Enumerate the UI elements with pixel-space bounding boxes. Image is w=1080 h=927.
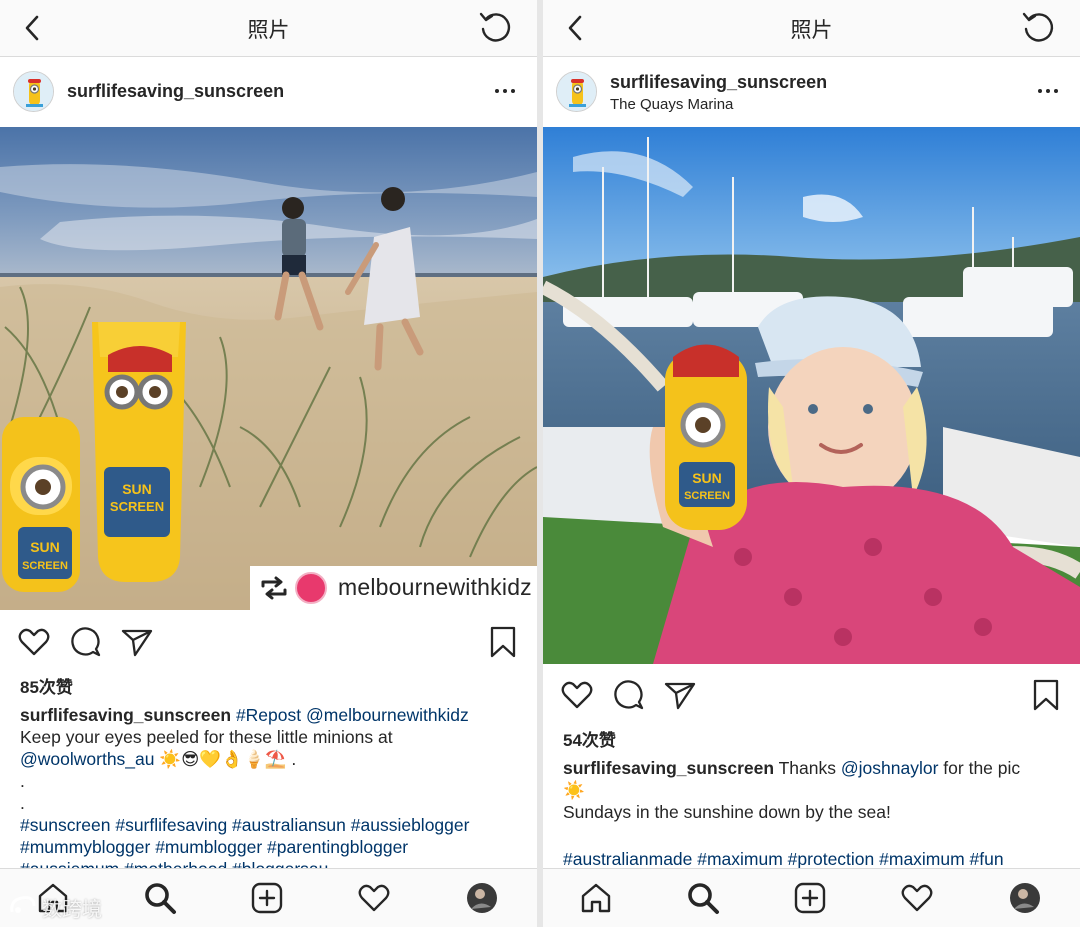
caption-text: Thanks xyxy=(778,758,836,778)
action-bar xyxy=(0,625,537,665)
like-count[interactable]: 54次赞 xyxy=(563,726,616,751)
top-bar: 照片 xyxy=(543,0,1080,57)
caption-mention[interactable]: @woolworths_au xyxy=(20,749,155,769)
top-bar: 照片 xyxy=(0,0,537,57)
repost-icon xyxy=(261,576,287,600)
svg-text:SCREEN: SCREEN xyxy=(110,499,164,514)
caption-mention[interactable]: @joshnaylor xyxy=(841,758,939,778)
more-icon[interactable] xyxy=(495,84,517,98)
add-icon[interactable] xyxy=(793,881,827,915)
home-icon[interactable] xyxy=(579,881,613,915)
share-icon[interactable] xyxy=(663,678,697,712)
repost-banner[interactable]: melbournewithkidz xyxy=(250,566,537,610)
like-count[interactable]: 85次赞 xyxy=(20,673,73,698)
post-photo[interactable]: SUN SCREEN xyxy=(543,127,1080,664)
post-photo[interactable]: SUN SCREEN SUN SCREEN xyxy=(0,127,537,610)
repost-avatar xyxy=(295,572,327,604)
profile-icon[interactable] xyxy=(465,881,499,915)
bottom-nav xyxy=(543,868,1080,927)
svg-text:SCREEN: SCREEN xyxy=(22,560,68,572)
caption-text: for the pic xyxy=(943,758,1021,778)
caption-hashtag[interactable]: #Repost xyxy=(236,705,301,725)
comment-icon[interactable] xyxy=(69,625,103,659)
svg-text:SCREEN: SCREEN xyxy=(684,490,730,502)
search-icon[interactable] xyxy=(143,881,177,915)
heart-icon[interactable] xyxy=(17,625,51,659)
caption-text: Sundays in the sunshine down by the sea! xyxy=(563,802,891,822)
caption-hashtags[interactable]: #sunscreen #surflifesaving #australiansu… xyxy=(20,814,525,836)
bookmark-icon[interactable] xyxy=(486,625,520,659)
avatar[interactable] xyxy=(13,71,54,112)
post-location[interactable]: The Quays Marina xyxy=(610,96,733,113)
repost-username: melbournewithkidz xyxy=(338,574,532,600)
comment-icon[interactable] xyxy=(612,678,646,712)
caption-emoji: ☀️ xyxy=(563,780,585,800)
watermark-text: 数跨境 xyxy=(42,899,102,921)
caption-text: Keep your eyes peeled for these little m… xyxy=(20,727,393,747)
caption-username[interactable]: surflifesaving_sunscreen xyxy=(563,758,774,778)
caption: surflifesaving_sunscreen Thanks @joshnay… xyxy=(563,757,1068,870)
add-icon[interactable] xyxy=(250,881,284,915)
activity-icon[interactable] xyxy=(900,881,934,915)
post-panel-left: 照片 surflifesaving_sunscreen SUN SCREEN S… xyxy=(0,0,537,927)
more-icon[interactable] xyxy=(1038,84,1060,98)
avatar[interactable] xyxy=(556,71,597,112)
caption-hashtags[interactable]: #mummyblogger #mumblogger #parentingblog… xyxy=(20,836,525,858)
caption-hashtags[interactable]: #australianmade #maximum #protection #ma… xyxy=(563,848,1068,870)
profile-icon[interactable] xyxy=(1008,881,1042,915)
caption-dot: . xyxy=(20,771,25,791)
bookmark-icon[interactable] xyxy=(1029,678,1063,712)
post-username[interactable]: surflifesaving_sunscreen xyxy=(610,72,827,93)
svg-text:SUN: SUN xyxy=(30,539,60,555)
caption-mention[interactable]: @melbournewithkidz xyxy=(306,705,469,725)
watermark-logo-icon xyxy=(10,896,36,913)
refresh-icon[interactable] xyxy=(1021,10,1055,44)
page-title: 照片 xyxy=(247,18,290,42)
action-bar xyxy=(543,678,1080,718)
heart-icon[interactable] xyxy=(560,678,594,712)
refresh-icon[interactable] xyxy=(478,10,512,44)
post-username[interactable]: surflifesaving_sunscreen xyxy=(67,81,284,102)
activity-icon[interactable] xyxy=(357,881,391,915)
share-icon[interactable] xyxy=(120,625,154,659)
svg-text:SUN: SUN xyxy=(692,470,722,486)
post-panel-right: 照片 surflifesaving_sunscreen The Quays Ma… xyxy=(543,0,1080,927)
caption-dot: . xyxy=(20,793,25,813)
search-icon[interactable] xyxy=(686,881,720,915)
caption-username[interactable]: surflifesaving_sunscreen xyxy=(20,705,231,725)
page-title: 照片 xyxy=(790,18,833,42)
caption: surflifesaving_sunscreen #Repost @melbou… xyxy=(20,704,525,880)
caption-emojis: ☀️😎💛👌🍦⛱️ . xyxy=(159,749,297,769)
svg-text:SUN: SUN xyxy=(122,481,152,497)
